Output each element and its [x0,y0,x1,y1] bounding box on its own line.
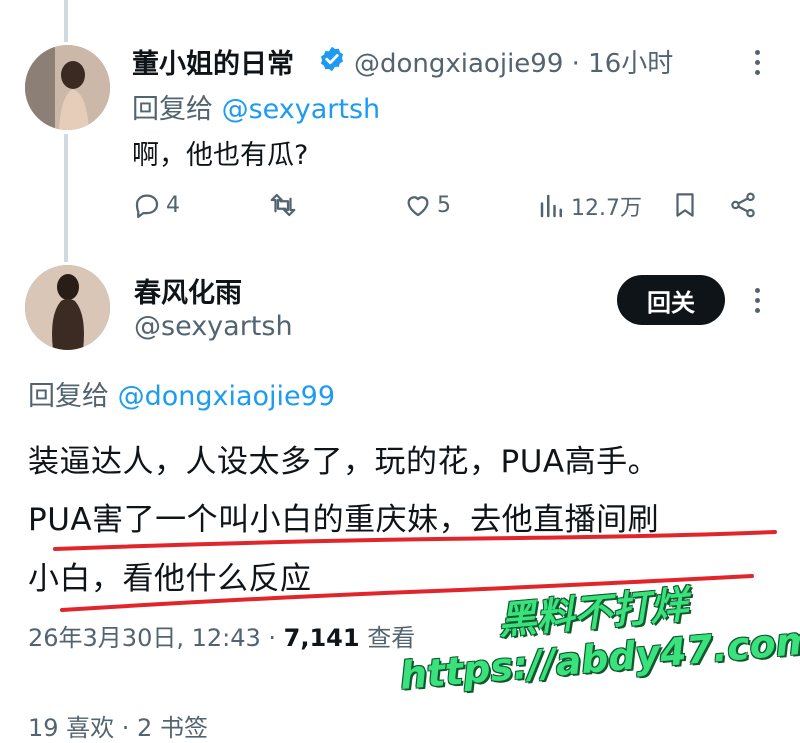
bookmark-icon[interactable] [670,190,700,224]
more-options-icon[interactable] [755,50,760,75]
avatar[interactable] [25,265,110,350]
reply-context: 回复给 @dongxiaojie99 [28,374,335,413]
like-count: 5 [437,192,451,218]
reply-prefix: 回复给 [132,94,213,125]
display-name[interactable]: 春风化雨 [134,271,242,310]
view-count: 12.7万 [571,196,642,221]
display-name[interactable]: 董小姐的日常 [132,42,294,81]
reply-prefix: 回复给 [28,381,109,412]
avatar-photo-icon [25,45,110,130]
reply-context: 回复给 @sexyartsh [132,87,380,126]
handle[interactable]: @sexyartsh [134,311,293,342]
views-action[interactable]: 12.7万 [537,190,642,222]
handle-time: @dongxiaojie99 · 16小时 [354,43,673,80]
timestamp[interactable]: · 16小时 [572,49,674,79]
view-label: 查看 [359,624,416,652]
view-count: 7,141 [283,624,360,652]
heart-icon [407,196,429,217]
retweet-icon [270,193,296,217]
reply-count: 4 [166,192,180,218]
reply-to-link[interactable]: @dongxiaojie99 [118,381,335,412]
like-action[interactable]: 5 [403,190,451,220]
avatar[interactable] [25,45,110,130]
more-options-icon[interactable] [755,288,760,313]
reply-action[interactable]: 4 [132,190,180,220]
tweet-timestamp[interactable]: 26年3月30日, 12:43 · [28,624,284,652]
tweet-meta: 26年3月30日, 12:43 · 7,141 查看 [28,618,415,653]
follow-back-button[interactable]: 回关 [617,275,725,325]
thread-line-middle [64,134,68,262]
thread-line-top [64,0,68,42]
share-icon[interactable] [728,190,758,224]
tweet-text: 啊，他也有瓜? [132,140,309,171]
reply-icon [135,194,159,218]
verified-badge-icon [318,45,346,77]
reply-to-link[interactable]: @sexyartsh [222,94,381,125]
analytics-icon [540,194,562,218]
tweet-text-line-2: PUA害了一个叫小白的重庆妹，去他直播间刷 [28,502,660,538]
retweet-action[interactable] [268,190,302,220]
handle[interactable]: @dongxiaojie99 [354,49,563,79]
tweet-text-line-1: 装逼达人，人设太多了，玩的花，PUA高手。 [28,444,660,480]
avatar-photo-icon [25,265,110,350]
tweet-text-line-3: 小白，看他什么反应 [28,561,312,597]
